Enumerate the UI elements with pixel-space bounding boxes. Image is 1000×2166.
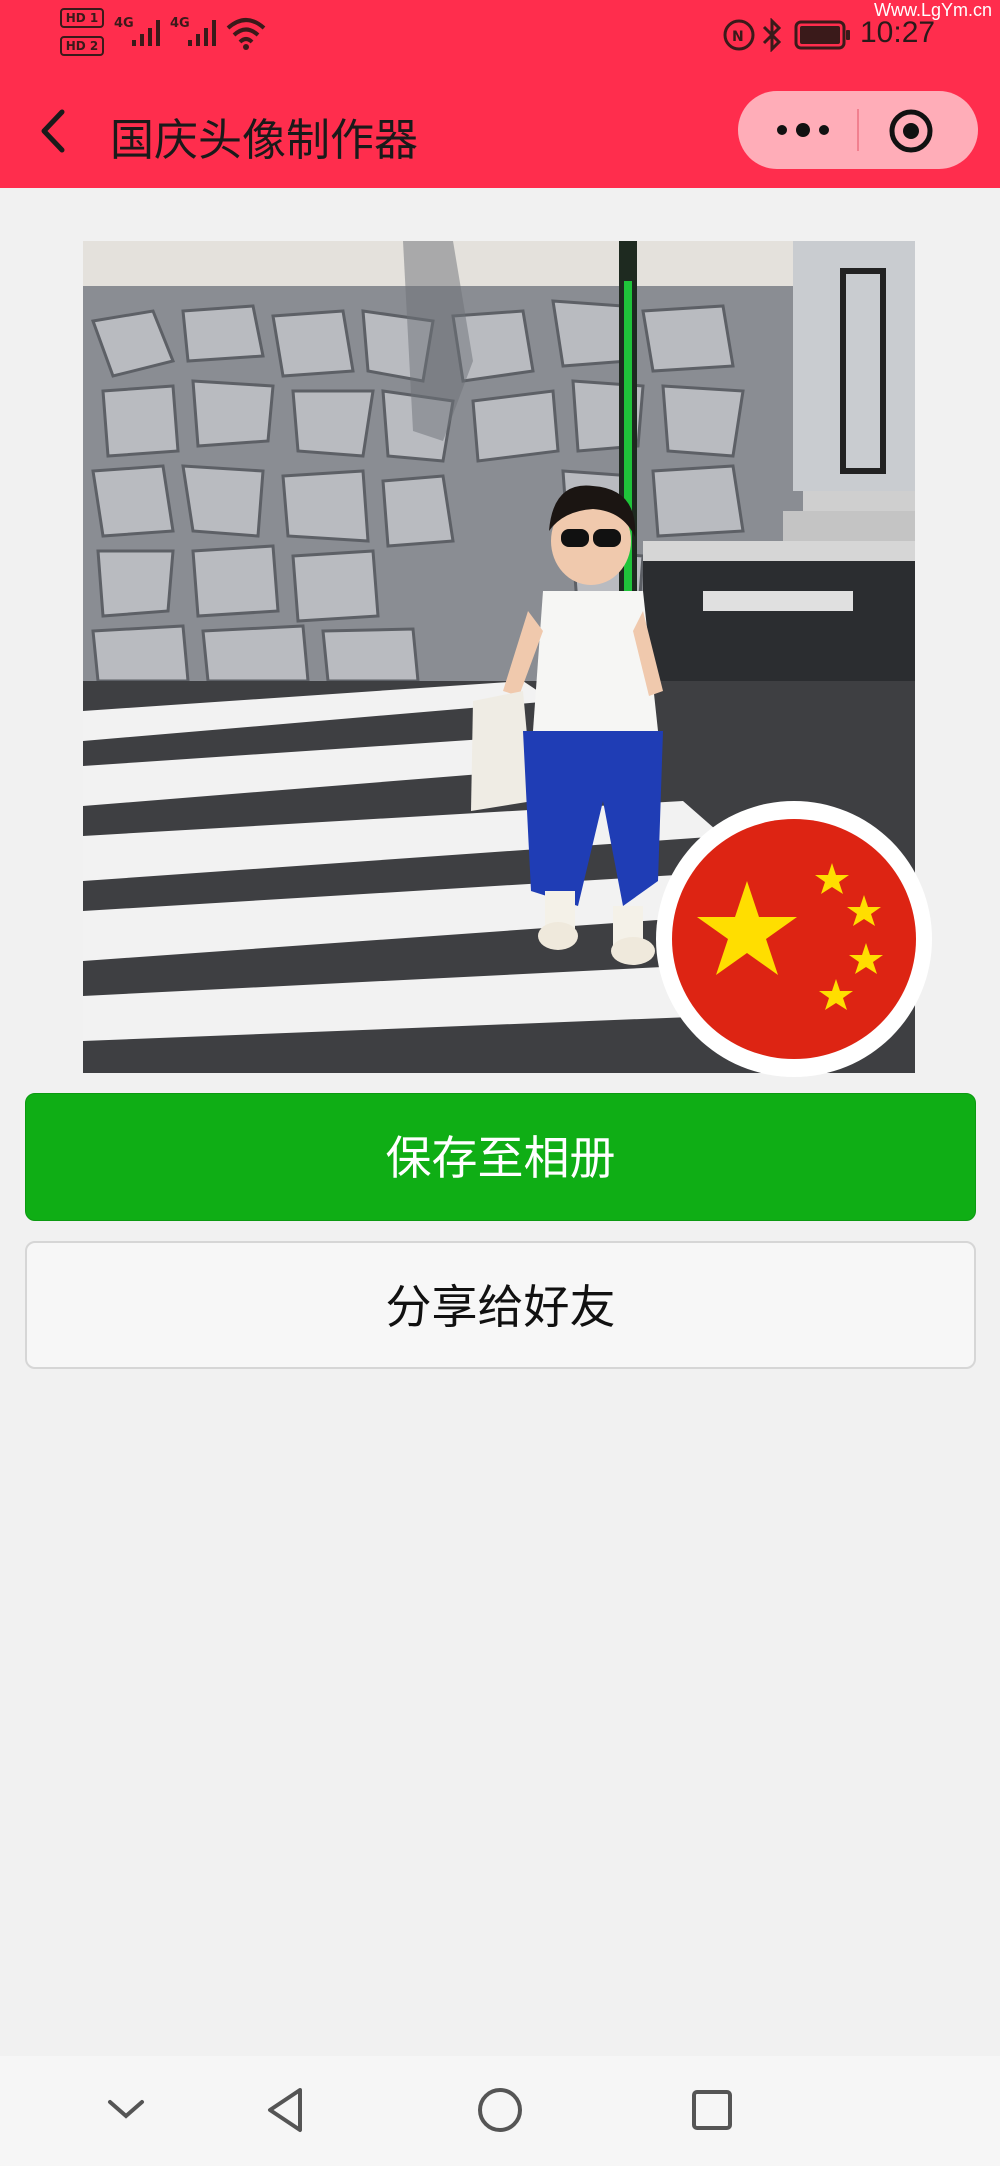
sim2-badge: HD 2	[60, 36, 104, 56]
star-icon	[697, 863, 883, 1010]
recents-square-icon[interactable]	[690, 2088, 734, 2132]
home-circle-icon[interactable]	[476, 2086, 524, 2134]
china-flag-badge	[656, 801, 932, 1077]
battery-icon	[794, 20, 850, 50]
app-header: HD 1 HD 2 4G 4G N Www.LgYm.cn 10:27 国庆头像…	[0, 0, 1000, 188]
bluetooth-icon	[762, 18, 782, 52]
chevron-down-icon[interactable]	[106, 2096, 146, 2124]
more-dots-icon[interactable]	[768, 113, 838, 147]
page-title: 国庆头像制作器	[110, 115, 418, 166]
back-triangle-icon[interactable]	[264, 2086, 308, 2134]
status-bar: HD 1 HD 2 4G 4G N Www.LgYm.cn 10:27	[0, 0, 1000, 70]
chevron-left-icon[interactable]	[34, 106, 74, 156]
menu-capsule	[738, 91, 978, 169]
sim-badges: HD 1 HD 2	[60, 8, 110, 64]
flag-circle	[672, 819, 916, 1059]
svg-text:N: N	[732, 29, 744, 45]
capsule-divider	[857, 109, 859, 151]
sim1-badge: HD 1	[60, 8, 104, 28]
nfc-icon: N	[723, 19, 755, 51]
target-close-icon[interactable]	[888, 108, 934, 154]
wifi-icon	[226, 18, 266, 50]
system-navigation-bar	[0, 2056, 1000, 2166]
share-to-friends-button[interactable]: 分享给好友	[25, 1241, 976, 1369]
save-to-album-button[interactable]: 保存至相册	[25, 1093, 976, 1221]
status-time: 10:27	[860, 16, 936, 49]
